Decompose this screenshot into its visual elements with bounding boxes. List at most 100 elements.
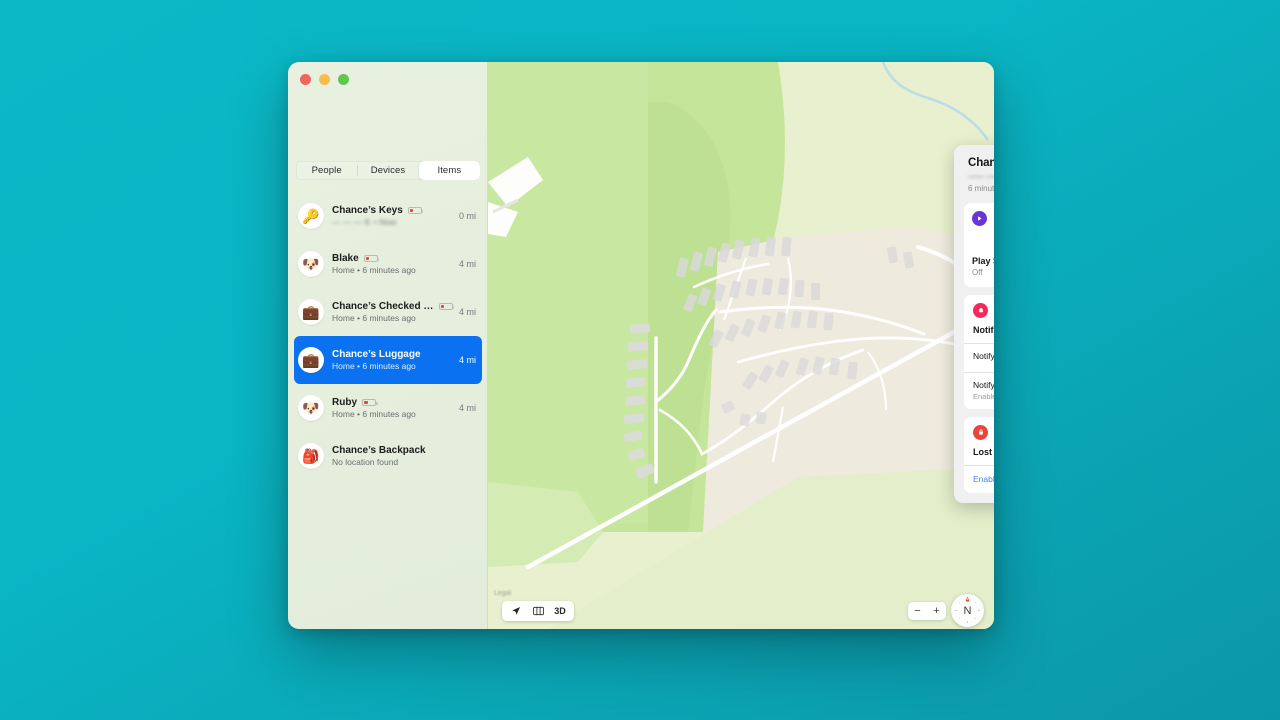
list-item-distance: 4 mi xyxy=(458,307,476,317)
dog-glyph: 🐶 xyxy=(302,256,320,272)
notify-left-behind-sub: Enabled for “Chance’s iPhone 14” xyxy=(973,392,994,401)
tab-people-label: People xyxy=(311,165,342,176)
battery-icon xyxy=(363,254,380,262)
notifications-title: Notifications xyxy=(973,325,994,335)
detail-header: Chance’s Luggage —— —— —— Waco, TX 76706… xyxy=(964,155,994,195)
battery-icon xyxy=(438,302,455,310)
list-item-text: Chance’s Luggage Home • 6 minutes ago xyxy=(332,349,453,372)
notify-when-left-behind-label: Notify When Left Behind Enabled for “Cha… xyxy=(973,380,994,402)
app-window: People Devices Items 🔑 Chance’s Keys — —… xyxy=(288,62,994,629)
list-item-title: Chance’s Backpack xyxy=(332,444,426,456)
list-item-text: Blake Home • 6 minutes ago xyxy=(332,253,453,276)
action-cards: Play Sound Off Directions 5.8 miles • 14… xyxy=(964,203,994,287)
segmented-tabs: People Devices Items xyxy=(296,161,480,180)
briefcase-icon: 💼 xyxy=(298,299,324,325)
zoom-out-button[interactable]: − xyxy=(908,605,927,617)
play-icon xyxy=(972,211,987,226)
list-item-distance: 4 mi xyxy=(458,403,476,413)
tab-devices-label: Devices xyxy=(370,165,406,176)
compass[interactable]: N xyxy=(951,594,984,627)
list-item-subtitle: No location found xyxy=(332,457,399,468)
list-item-title: Chance’s Keys xyxy=(332,204,403,216)
dog-icon: 🐶 xyxy=(298,251,324,277)
play-glyph xyxy=(978,216,982,221)
map-style-icon[interactable] xyxy=(527,602,549,620)
legal-link[interactable]: Legal xyxy=(494,590,511,597)
briefcase-glyph: 💼 xyxy=(302,352,320,368)
detail-address: —— —— —— Waco, TX 76706 xyxy=(968,172,994,181)
lost-mode-title: Lost Mode xyxy=(973,446,994,457)
3d-toggle[interactable]: 3D xyxy=(549,602,571,620)
sidebar: People Devices Items 🔑 Chance’s Keys — —… xyxy=(288,62,488,629)
list-item-subtitle: Home • 6 minutes ago xyxy=(332,265,416,276)
notifications-header: Notifications xyxy=(964,303,994,343)
backpack-icon: 🎒 xyxy=(298,443,324,469)
tab-devices[interactable]: Devices xyxy=(357,161,418,180)
map-graphics xyxy=(488,62,994,629)
list-item-subtitle: — — — ft. • Now xyxy=(332,217,397,228)
map-tools: 3D xyxy=(502,601,574,621)
notify-left-behind-title: Notify When Left Behind xyxy=(973,380,994,390)
zoom-controls: − + xyxy=(908,602,946,620)
dog-glyph: 🐶 xyxy=(302,400,320,416)
briefcase-icon: 💼 xyxy=(298,347,324,373)
tab-people[interactable]: People xyxy=(296,161,357,180)
notify-when-found-label: Notify When Found xyxy=(973,351,994,361)
list-item[interactable]: 🎒 Chance’s Backpack No location found xyxy=(294,432,482,480)
lost-mode-enable-button[interactable]: Enable xyxy=(964,464,994,493)
list-item-distance: 4 mi xyxy=(458,259,476,269)
compass-ticks-icon xyxy=(955,598,980,623)
minimize-button[interactable] xyxy=(319,74,330,85)
detail-title: Chance’s Luggage xyxy=(968,157,994,169)
notify-when-left-behind-row[interactable]: Notify When Left Behind Enabled for “Cha… xyxy=(964,372,994,409)
close-button[interactable] xyxy=(300,74,311,85)
zoom-button[interactable] xyxy=(338,74,349,85)
list-item-title: Ruby xyxy=(332,396,357,408)
tab-items-label: Items xyxy=(437,165,462,176)
list-item-subtitle: Home • 6 minutes ago xyxy=(332,409,416,420)
list-item-title: Chance’s Luggage xyxy=(332,348,421,360)
list-item-text: Chance’s Backpack No location found xyxy=(332,445,470,468)
lock-glyph xyxy=(978,429,983,435)
notify-when-found-row[interactable]: Notify When Found xyxy=(964,343,994,372)
bell-glyph xyxy=(978,307,983,313)
battery-icon xyxy=(407,206,424,214)
battery-icon xyxy=(362,398,378,406)
item-detail-panel: Chance’s Luggage —— —— —— Waco, TX 76706… xyxy=(954,145,994,503)
locate-icon[interactable] xyxy=(505,602,527,620)
list-item[interactable]: 🐶 Ruby Home • 6 minutes ago 4 mi xyxy=(294,384,482,432)
list-item-text: Chance’s Checked L… Home • 6 minutes ago xyxy=(332,300,455,324)
zoom-in-button[interactable]: + xyxy=(927,605,946,617)
list-item-title: Chance’s Checked L… xyxy=(332,300,434,312)
backpack-glyph: 🎒 xyxy=(302,448,320,464)
list-item[interactable]: 💼 Chance’s Checked L… Home • 6 minutes a… xyxy=(294,288,482,336)
briefcase-glyph: 💼 xyxy=(302,304,320,320)
list-item-subtitle: Home • 6 minutes ago xyxy=(332,313,416,324)
list-item-distance: 0 mi xyxy=(458,211,476,221)
play-sound-card[interactable]: Play Sound Off xyxy=(964,203,994,287)
list-item-selected[interactable]: 💼 Chance’s Luggage Home • 6 minutes ago … xyxy=(294,336,482,384)
lost-mode-card: Lost Mode Enable xyxy=(964,416,994,493)
bell-icon xyxy=(973,303,988,318)
notifications-card: Notifications Notify When Found Notify W… xyxy=(964,295,994,409)
detail-timestamp: 6 minutes ago xyxy=(968,184,994,193)
lost-mode-header: Lost Mode xyxy=(964,424,994,465)
dog-icon: 🐶 xyxy=(298,395,324,421)
play-sound-label: Play Sound xyxy=(972,256,994,266)
tab-items[interactable]: Items xyxy=(418,161,480,180)
list-item[interactable]: 🐶 Blake Home • 6 minutes ago 4 mi xyxy=(294,240,482,288)
items-list[interactable]: 🔑 Chance’s Keys — — — ft. • Now 0 mi 🐶 B… xyxy=(288,190,488,629)
list-item-distance: 4 mi xyxy=(458,355,476,365)
key-glyph: 🔑 xyxy=(302,208,320,224)
detail-address-redacted: —— —— —— xyxy=(968,172,994,181)
list-item-text: Ruby Home • 6 minutes ago xyxy=(332,397,453,420)
list-item-text: Chance’s Keys — — — ft. • Now xyxy=(332,204,453,228)
map-style-glyph xyxy=(532,606,544,616)
window-controls xyxy=(300,74,349,85)
map-canvas[interactable]: 💼 Legal 3D − + xyxy=(488,62,994,629)
locate-glyph xyxy=(512,606,521,615)
lock-icon xyxy=(973,424,988,440)
3d-label: 3D xyxy=(554,606,566,616)
list-item[interactable]: 🔑 Chance’s Keys — — — ft. • Now 0 mi xyxy=(294,192,482,240)
play-sound-status: Off xyxy=(972,268,983,277)
